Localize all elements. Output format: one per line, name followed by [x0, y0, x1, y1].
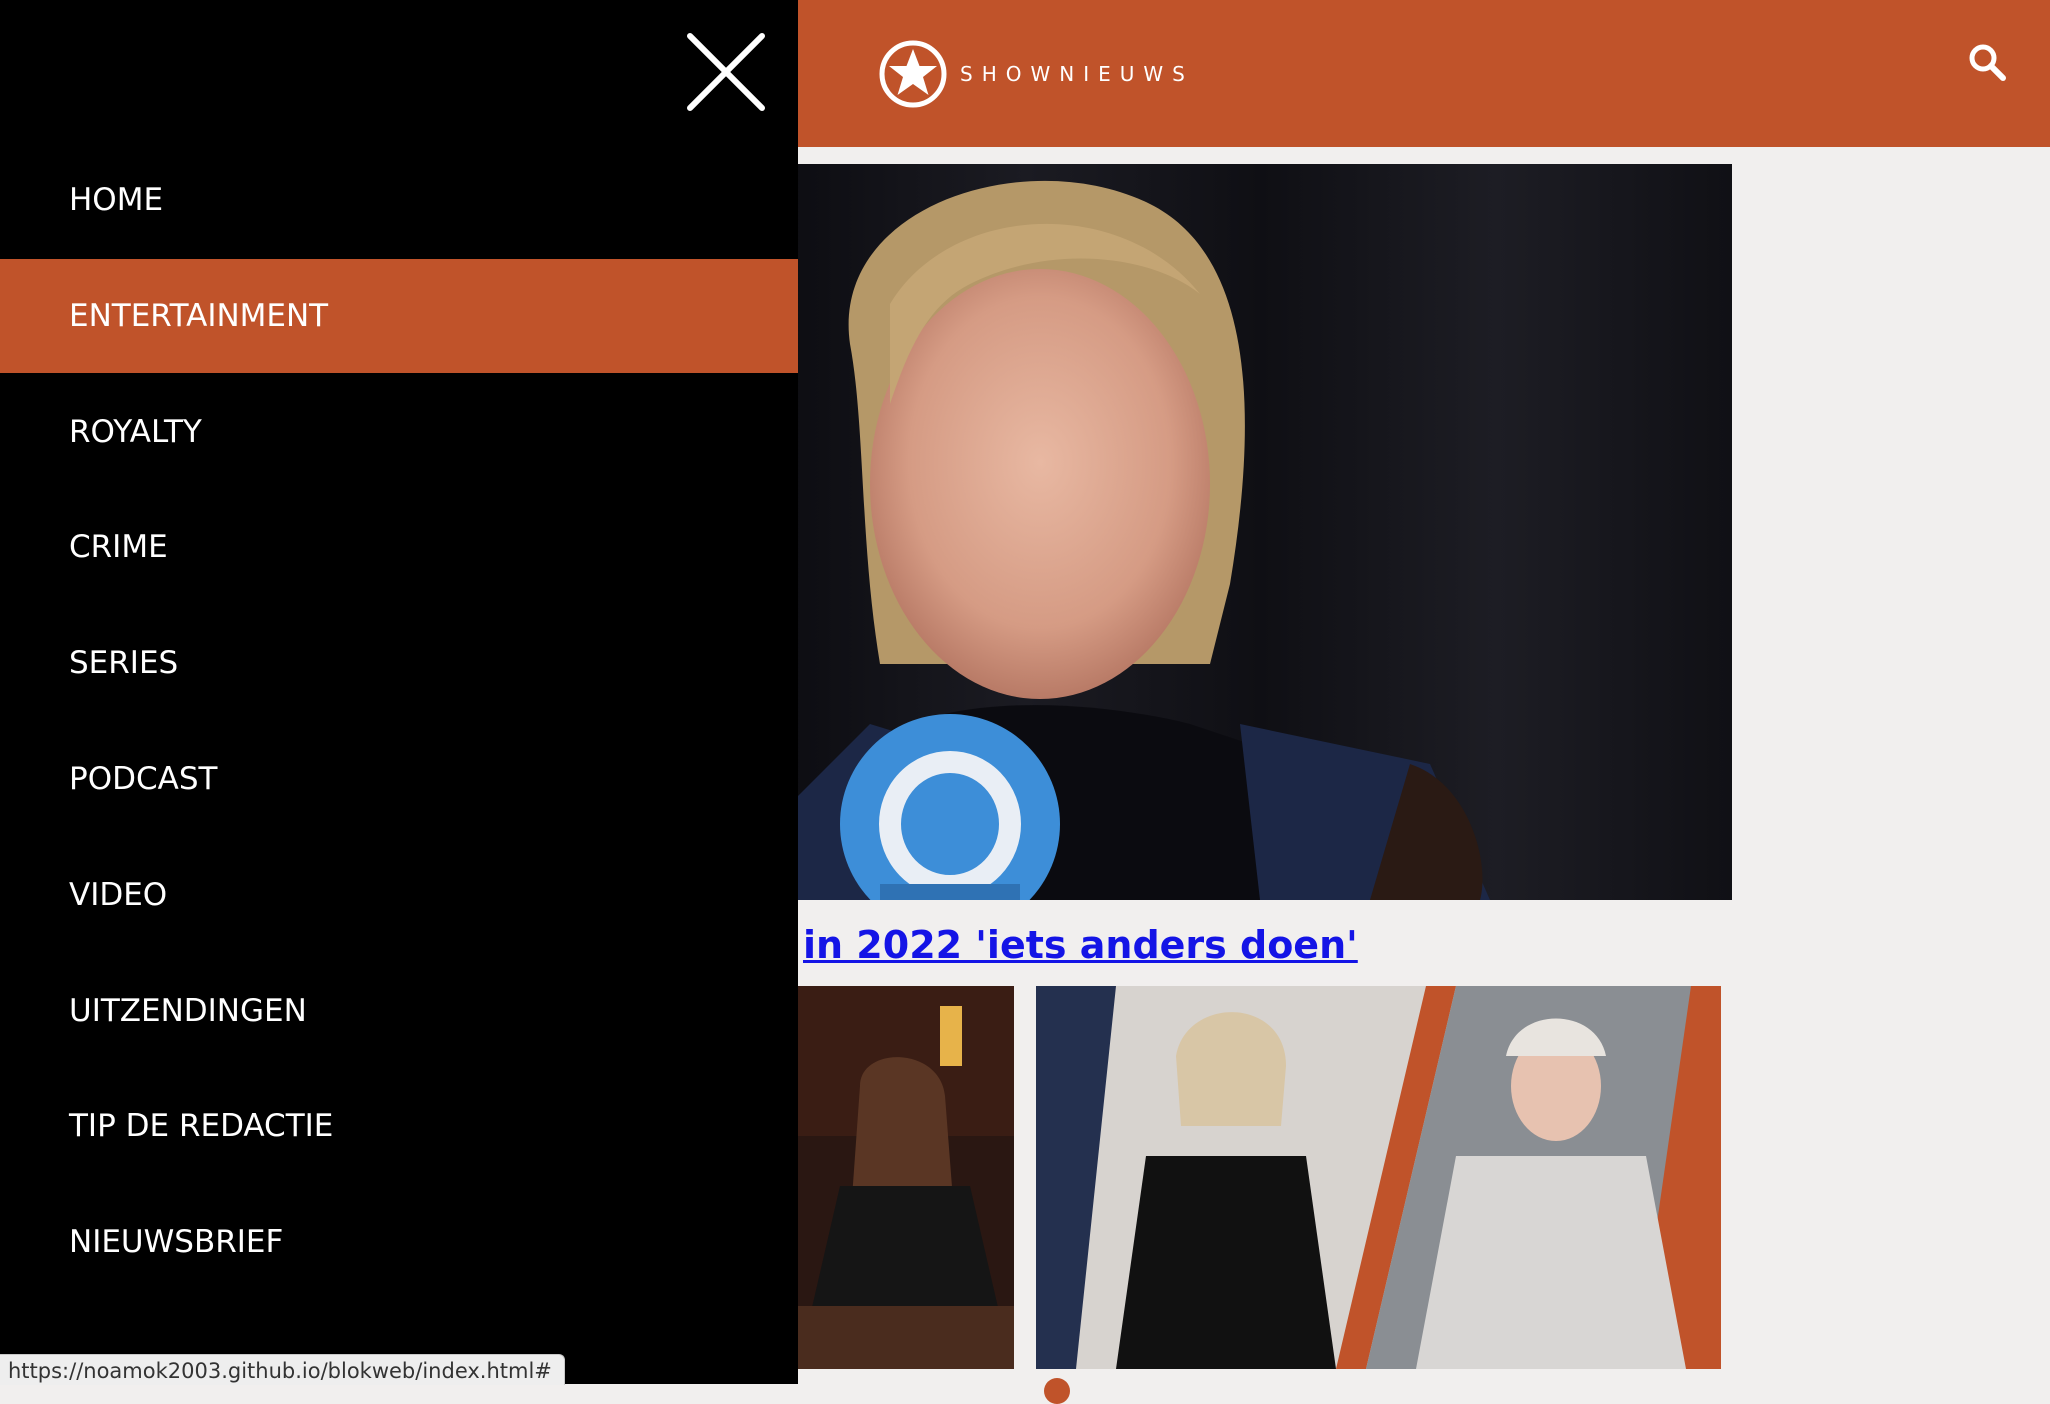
- search-button[interactable]: [1965, 40, 2009, 84]
- menu-item-label: UITZENDINGEN: [69, 993, 307, 1029]
- menu-item-series[interactable]: SERIES: [0, 606, 798, 720]
- search-icon: [1969, 44, 2006, 81]
- menu-item-tip-de-redactie[interactable]: TIP DE REDACTIE: [0, 1069, 798, 1183]
- menu-item-label: CRIME: [69, 529, 168, 565]
- article-thumbnail[interactable]: [790, 986, 1014, 1369]
- article-thumbnail[interactable]: [1036, 986, 1721, 1369]
- menu-item-entertainment[interactable]: ENTERTAINMENT: [0, 259, 798, 373]
- featured-article-image[interactable]: [790, 164, 1732, 900]
- close-icon: [687, 33, 765, 111]
- close-menu-button[interactable]: [684, 30, 768, 114]
- menu-item-label: ROYALTY: [69, 414, 202, 450]
- thumbnail-photo: [790, 986, 1014, 1369]
- carousel-indicator-dot: [1044, 1378, 1070, 1404]
- thumbnail-photo: [1036, 986, 1721, 1369]
- site-logo[interactable]: SHOWNIEUWS: [878, 39, 1194, 109]
- menu-item-label: PODCAST: [69, 761, 218, 797]
- menu-item-label: VIDEO: [69, 877, 168, 913]
- menu-item-label: ENTERTAINMENT: [69, 298, 329, 334]
- menu-item-nieuwsbrief[interactable]: NIEUWSBRIEF: [0, 1185, 798, 1299]
- menu-item-crime[interactable]: CRIME: [0, 490, 798, 604]
- menu-item-label: NIEUWSBRIEF: [69, 1224, 284, 1260]
- menu-item-home[interactable]: HOME: [0, 143, 798, 257]
- menu-item-uitzendingen[interactable]: UITZENDINGEN: [0, 954, 798, 1068]
- menu-item-video[interactable]: VIDEO: [0, 838, 798, 952]
- status-bar-url: https://noamok2003.github.io/blokweb/ind…: [0, 1354, 565, 1385]
- logo-text: SHOWNIEUWS: [960, 62, 1194, 86]
- menu-item-label: TIP DE REDACTIE: [69, 1108, 334, 1144]
- menu-item-label: HOME: [69, 182, 164, 218]
- menu-item-label: SERIES: [69, 645, 179, 681]
- menu-item-royalty[interactable]: ROYALTY: [0, 375, 798, 489]
- featured-photo: [790, 164, 1732, 900]
- star-logo-icon: [879, 40, 947, 108]
- menu-item-podcast[interactable]: PODCAST: [0, 722, 798, 836]
- article-headline-link[interactable]: in 2022 'iets anders doen': [803, 923, 1358, 967]
- navigation-menu: HOME ENTERTAINMENT ROYALTY CRIME SERIES …: [0, 0, 798, 1384]
